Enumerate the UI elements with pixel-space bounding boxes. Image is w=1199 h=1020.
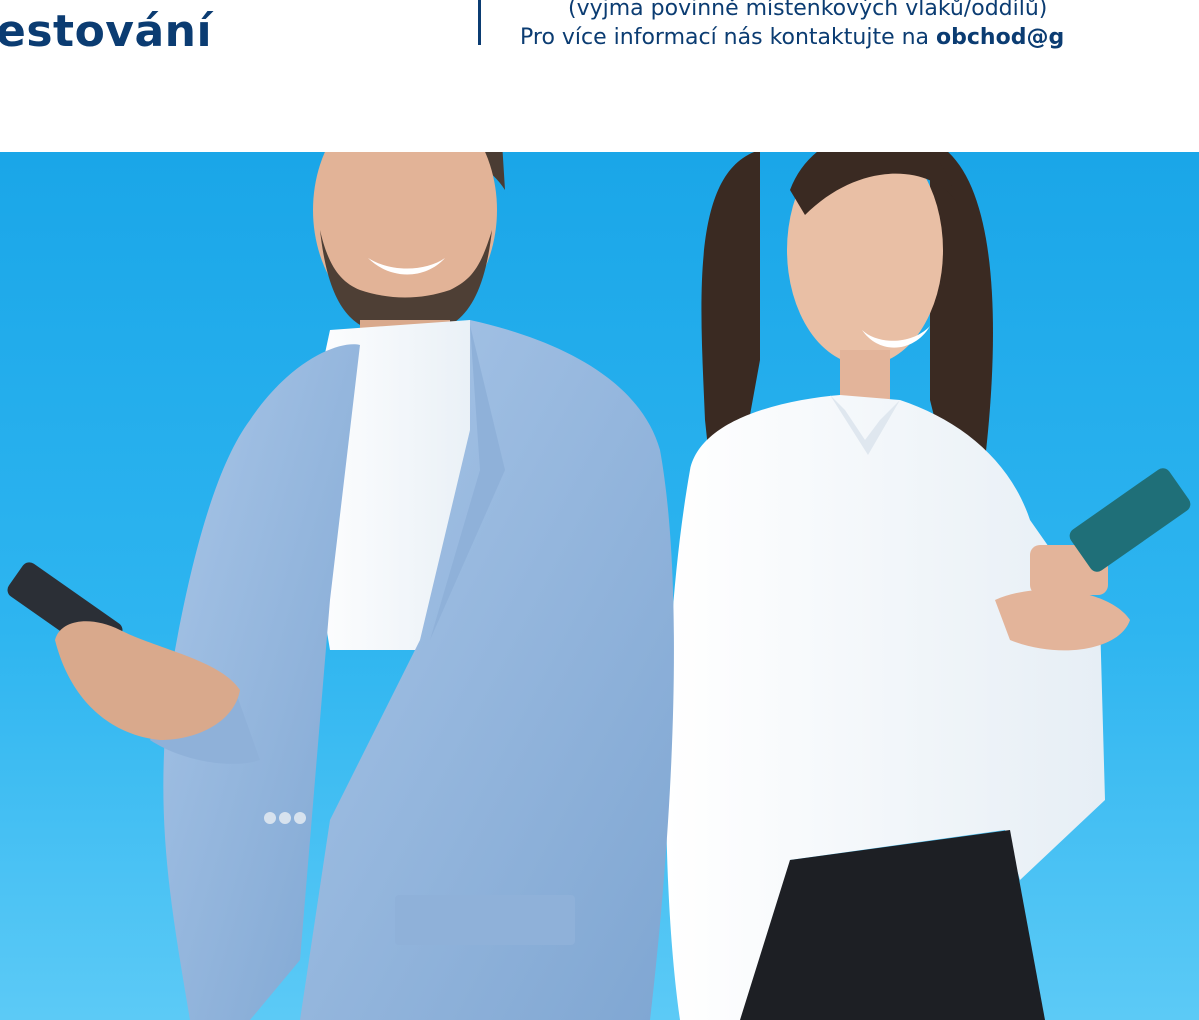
info-block: (vyjma povinně místenkových vlaků/oddílů… bbox=[520, 0, 1199, 52]
people-illustration bbox=[7, 152, 1191, 1020]
contact-email-link[interactable]: obchod@g bbox=[936, 25, 1064, 50]
info-contact-text: Pro více informací nás kontaktujte na bbox=[520, 25, 937, 50]
headline: estování bbox=[0, 6, 213, 57]
info-line-1: (vyjma povinně místenkových vlaků/oddílů… bbox=[568, 0, 1048, 21]
vertical-divider bbox=[478, 0, 481, 45]
hero-photo bbox=[0, 152, 1199, 1020]
phone-icon bbox=[1069, 468, 1191, 572]
info-line-2: Pro více informací nás kontaktujte na ob… bbox=[520, 23, 1199, 52]
man-figure bbox=[7, 152, 674, 1020]
woman-figure bbox=[666, 152, 1191, 1020]
